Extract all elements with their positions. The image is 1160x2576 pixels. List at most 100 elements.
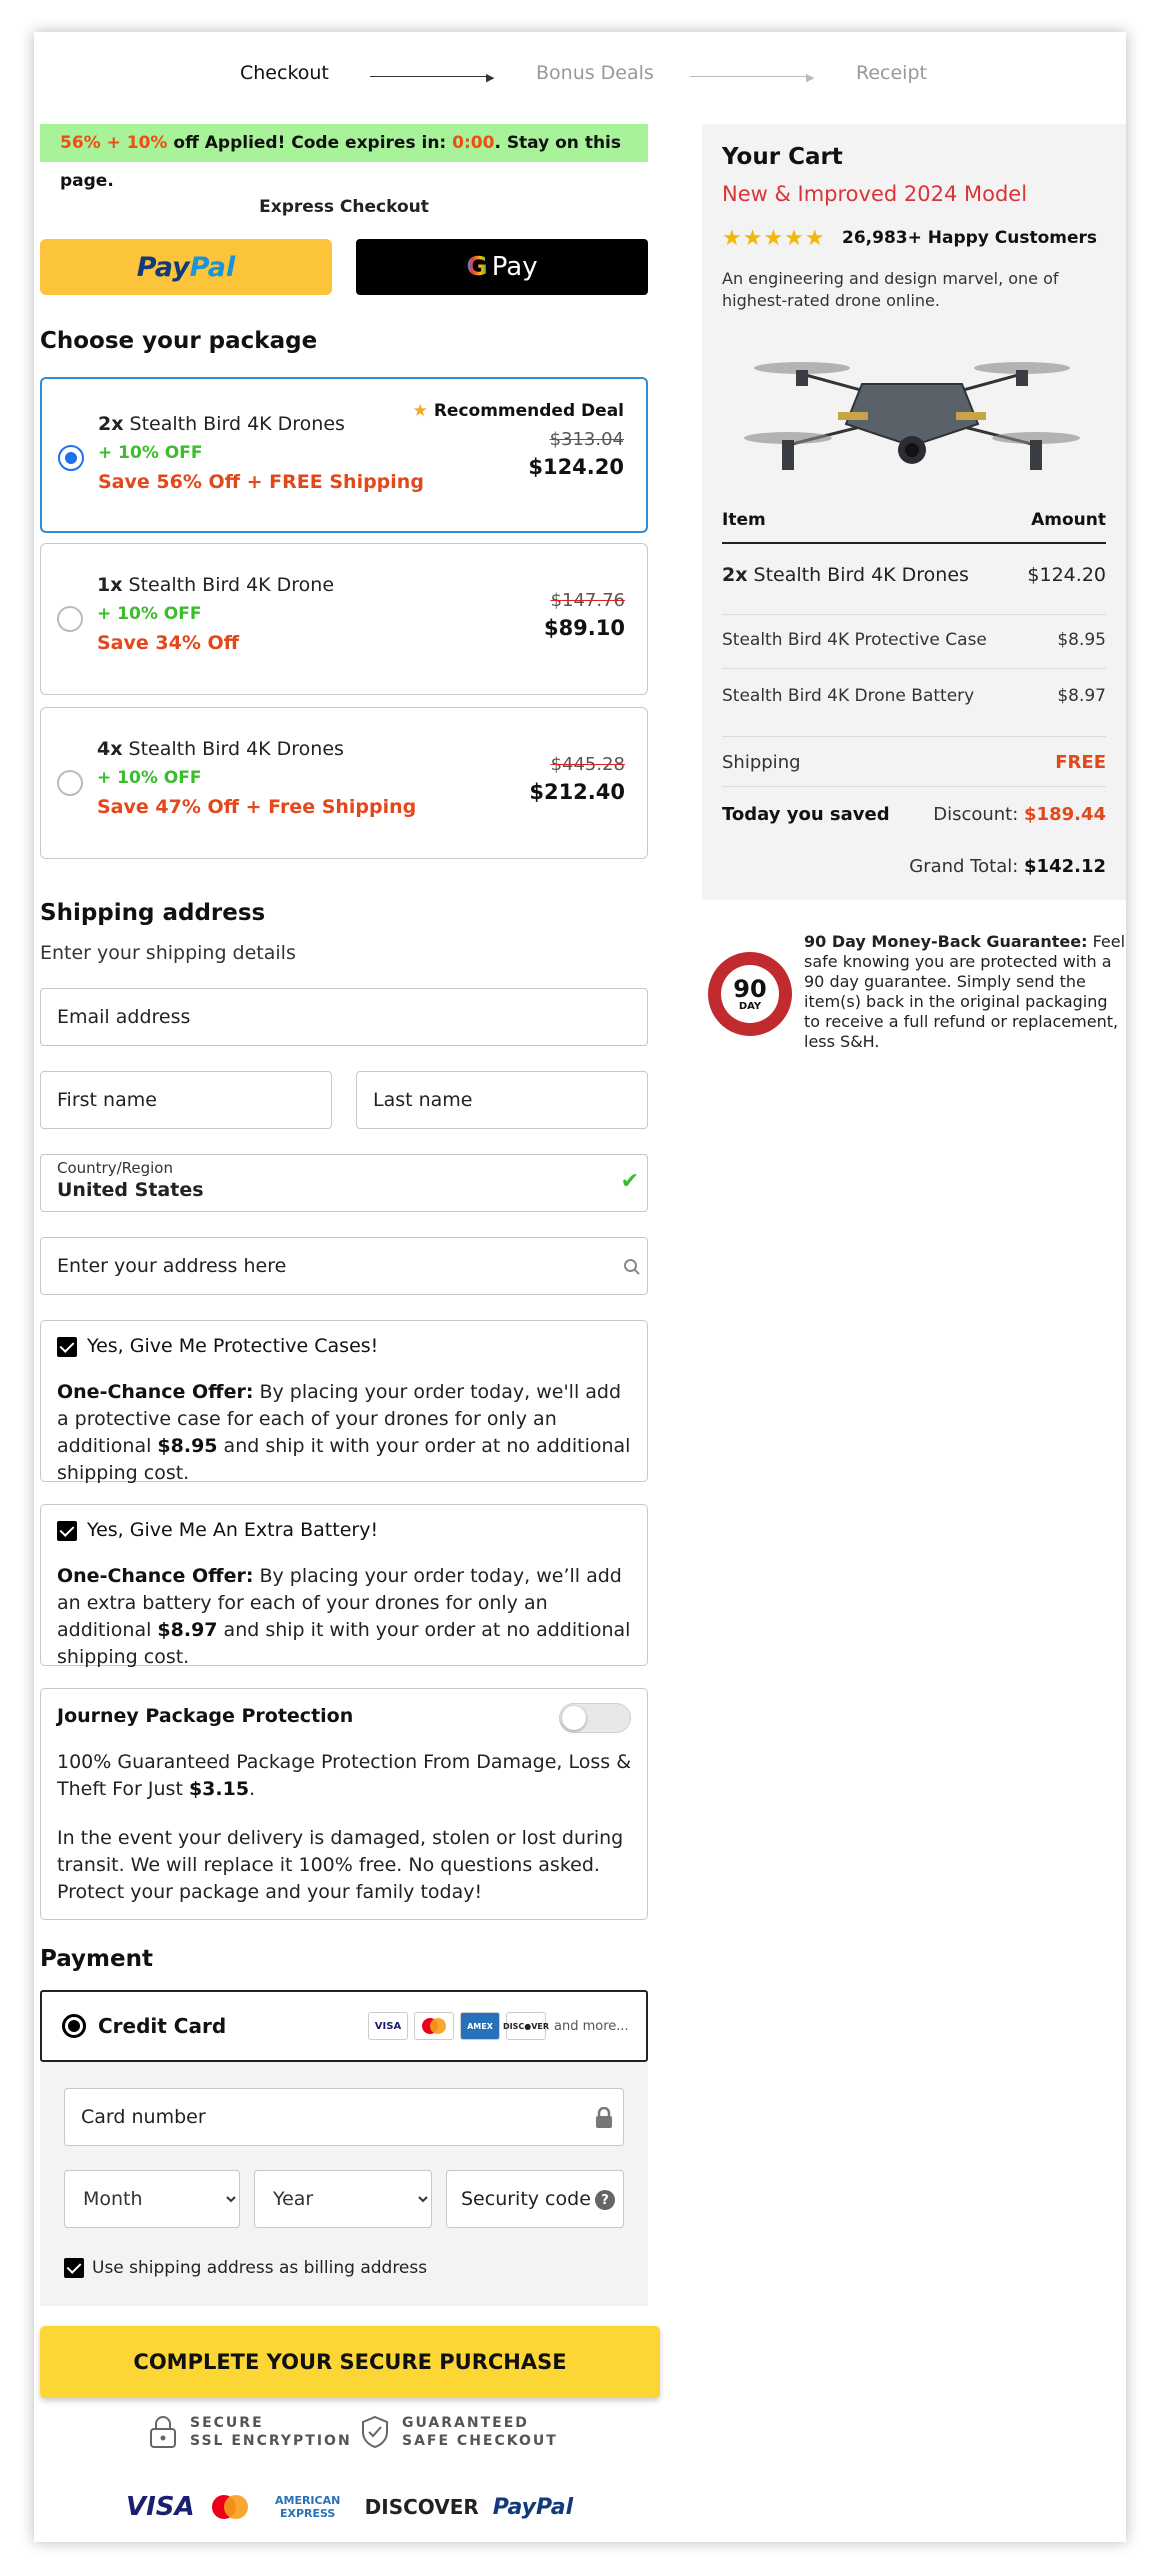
cart-line-item: 2x Stealth Bird 4K Drones $124.20 xyxy=(722,564,1106,586)
package-name: 4x Stealth Bird 4K Drones xyxy=(97,738,344,760)
package-option-4x[interactable]: 4x Stealth Bird 4K Drones + 10% OFF Save… xyxy=(40,707,648,859)
line-amount: $8.97 xyxy=(1057,686,1106,706)
package-price: $89.10 xyxy=(543,616,625,640)
checkout-steps: Checkout ▶ Bonus Deals ▶ Receipt xyxy=(34,32,1126,122)
extra-battery-checkbox[interactable] xyxy=(57,1521,77,1541)
step-arrow-icon: ▶ xyxy=(806,71,815,84)
expiry-month-select[interactable]: Month xyxy=(64,2170,240,2228)
visa-icon: VISA xyxy=(368,2012,408,2040)
line-item: Stealth Bird 4K Drone Battery xyxy=(722,686,975,706)
line-item: Stealth Bird 4K Drones xyxy=(747,564,969,586)
seal-day: DAY xyxy=(738,1000,762,1012)
cart-line-item: Stealth Bird 4K Drone Battery $8.97 xyxy=(722,686,1106,706)
drone-image xyxy=(744,362,1080,470)
cart-line-item: Stealth Bird 4K Protective Case $8.95 xyxy=(722,630,1106,650)
guarantee-text: 90 Day Money-Back Guarantee: Feel safe k… xyxy=(804,932,1126,1052)
payment-section-title: Payment xyxy=(40,1946,153,1972)
last-name-field[interactable]: Last name xyxy=(356,1071,648,1129)
step-arrow-line xyxy=(690,76,810,77)
email-placeholder: Email address xyxy=(57,1006,191,1028)
promo-text: off Applied! Code expires in: xyxy=(167,133,453,153)
seal-inner: 90 DAY xyxy=(721,965,779,1023)
visa-logo: VISA xyxy=(126,2492,195,2522)
credit-card-radio[interactable] xyxy=(62,2014,86,2038)
total-value: $142.12 xyxy=(1024,856,1106,877)
package-savings: Save 34% Off xyxy=(97,632,240,654)
paypal-logo: PayPal xyxy=(492,2494,574,2520)
extra-battery-offer: Yes, Give Me An Extra Battery! One-Chanc… xyxy=(40,1504,648,1668)
line-qty: 2x xyxy=(722,564,748,586)
protective-case-offer: Yes, Give Me Protective Cases! One-Chanc… xyxy=(40,1320,648,1484)
discount-label: Discount: xyxy=(933,804,1025,825)
star-icon: ★ xyxy=(412,401,428,421)
billing-checkbox[interactable] xyxy=(64,2258,84,2278)
address-field[interactable]: Enter your address here xyxy=(40,1237,648,1295)
country-field[interactable]: Country/Region United States ✔ xyxy=(40,1154,648,1212)
shield-icon xyxy=(362,2415,388,2449)
package-protection-box: Journey Package Protection 100% Guarante… xyxy=(40,1688,648,1920)
package-radio[interactable] xyxy=(58,445,84,471)
protective-case-checkbox[interactable] xyxy=(57,1337,77,1357)
last-name-placeholder: Last name xyxy=(373,1089,473,1111)
protection-toggle[interactable] xyxy=(559,1703,631,1733)
email-field[interactable]: Email address xyxy=(40,988,648,1046)
promo-banner: 56% + 10% off Applied! Code expires in: … xyxy=(40,124,648,191)
package-name: 1x Stealth Bird 4K Drone xyxy=(97,574,334,596)
package-name: 2x Stealth Bird 4K Drones xyxy=(98,413,345,435)
cart-subtitle: New & Improved 2024 Model xyxy=(722,182,1028,206)
package-savings: Save 56% Off + FREE Shipping xyxy=(98,471,424,493)
security-code-field[interactable]: Security code ? xyxy=(446,2170,624,2228)
step-arrow-line xyxy=(370,76,490,77)
paypal-logo-a: Pay xyxy=(136,251,190,283)
cart-table-header: Item Amount xyxy=(722,510,1106,530)
mastercard-icon xyxy=(414,2012,454,2040)
card-number-field[interactable]: Card number xyxy=(64,2088,624,2146)
promo-timer: 0:00 xyxy=(452,133,495,153)
address-placeholder: Enter your address here xyxy=(57,1255,287,1277)
offer-price: $8.95 xyxy=(157,1435,218,1457)
ssl-label-2: SSL ENCRYPTION xyxy=(190,2433,352,2449)
saved-label: Today you saved xyxy=(722,804,890,825)
first-name-field[interactable]: First name xyxy=(40,1071,332,1129)
package-price: $124.20 xyxy=(528,455,624,479)
credit-card-option[interactable]: Credit Card VISA AMEX DISC●VER and more.… xyxy=(40,1990,648,2062)
expiry-year-select[interactable]: Year xyxy=(254,2170,432,2228)
country-label: Country/Region xyxy=(57,1159,173,1177)
item-column-header: Item xyxy=(722,510,766,530)
step-arrow-icon: ▶ xyxy=(486,71,495,84)
protection-details: In the event your delivery is damaged, s… xyxy=(57,1827,624,1903)
check-icon: ✔ xyxy=(620,1169,639,1194)
package-option-1x[interactable]: 1x Stealth Bird 4K Drone + 10% OFF Save … xyxy=(40,543,648,695)
line-amount: $8.95 xyxy=(1057,630,1106,650)
complete-purchase-button[interactable]: COMPLETE YOUR SECURE PURCHASE xyxy=(40,2326,660,2398)
help-icon[interactable]: ? xyxy=(595,2190,615,2210)
shipping-section-title: Shipping address xyxy=(40,900,266,926)
package-radio[interactable] xyxy=(57,770,83,796)
paypal-button[interactable]: Pay Pal xyxy=(40,239,332,295)
package-radio[interactable] xyxy=(57,606,83,632)
google-pay-button[interactable]: G Pay xyxy=(356,239,648,295)
safe-label-2: SAFE CHECKOUT xyxy=(402,2433,558,2449)
cart-title: Your Cart xyxy=(722,144,843,170)
line-amount: $124.20 xyxy=(1027,564,1106,586)
amex-icon: AMEX xyxy=(460,2012,500,2040)
package-option-2x[interactable]: ★ Recommended Deal 2x Stealth Bird 4K Dr… xyxy=(40,377,648,533)
shipping-value: FREE xyxy=(1055,752,1106,773)
card-form: Card number Month Year Security code ? U… xyxy=(40,2062,648,2306)
amex-logo: AMERICAN EXPRESS xyxy=(274,2494,341,2520)
checkout-page: Checkout ▶ Bonus Deals ▶ Receipt 56% + 1… xyxy=(34,32,1126,2542)
rating-stars-icon: ★★★★★ xyxy=(722,226,826,251)
protection-title: Journey Package Protection xyxy=(57,1705,354,1727)
payment-brands: VISA AMERICAN EXPRESS DISCOVER PayPal xyxy=(126,2492,573,2522)
recommended-badge: ★ Recommended Deal xyxy=(413,401,624,421)
shipping-subtitle: Enter your shipping details xyxy=(40,942,296,964)
lock-icon xyxy=(596,2107,612,2128)
cart-summary: Your Cart New & Improved 2024 Model ★★★★… xyxy=(702,124,1126,900)
protection-text: 100% Guaranteed Package Protection From … xyxy=(57,1749,633,1803)
offer-text: One-Chance Offer: By placing your order … xyxy=(57,1379,633,1487)
package-extra-off: + 10% OFF xyxy=(98,443,203,463)
protection-text-end: . xyxy=(249,1778,256,1800)
savings-line: Today you saved Discount: $189.44 xyxy=(722,804,1106,825)
divider xyxy=(722,542,1106,544)
protection-price: $3.15 xyxy=(188,1778,250,1800)
